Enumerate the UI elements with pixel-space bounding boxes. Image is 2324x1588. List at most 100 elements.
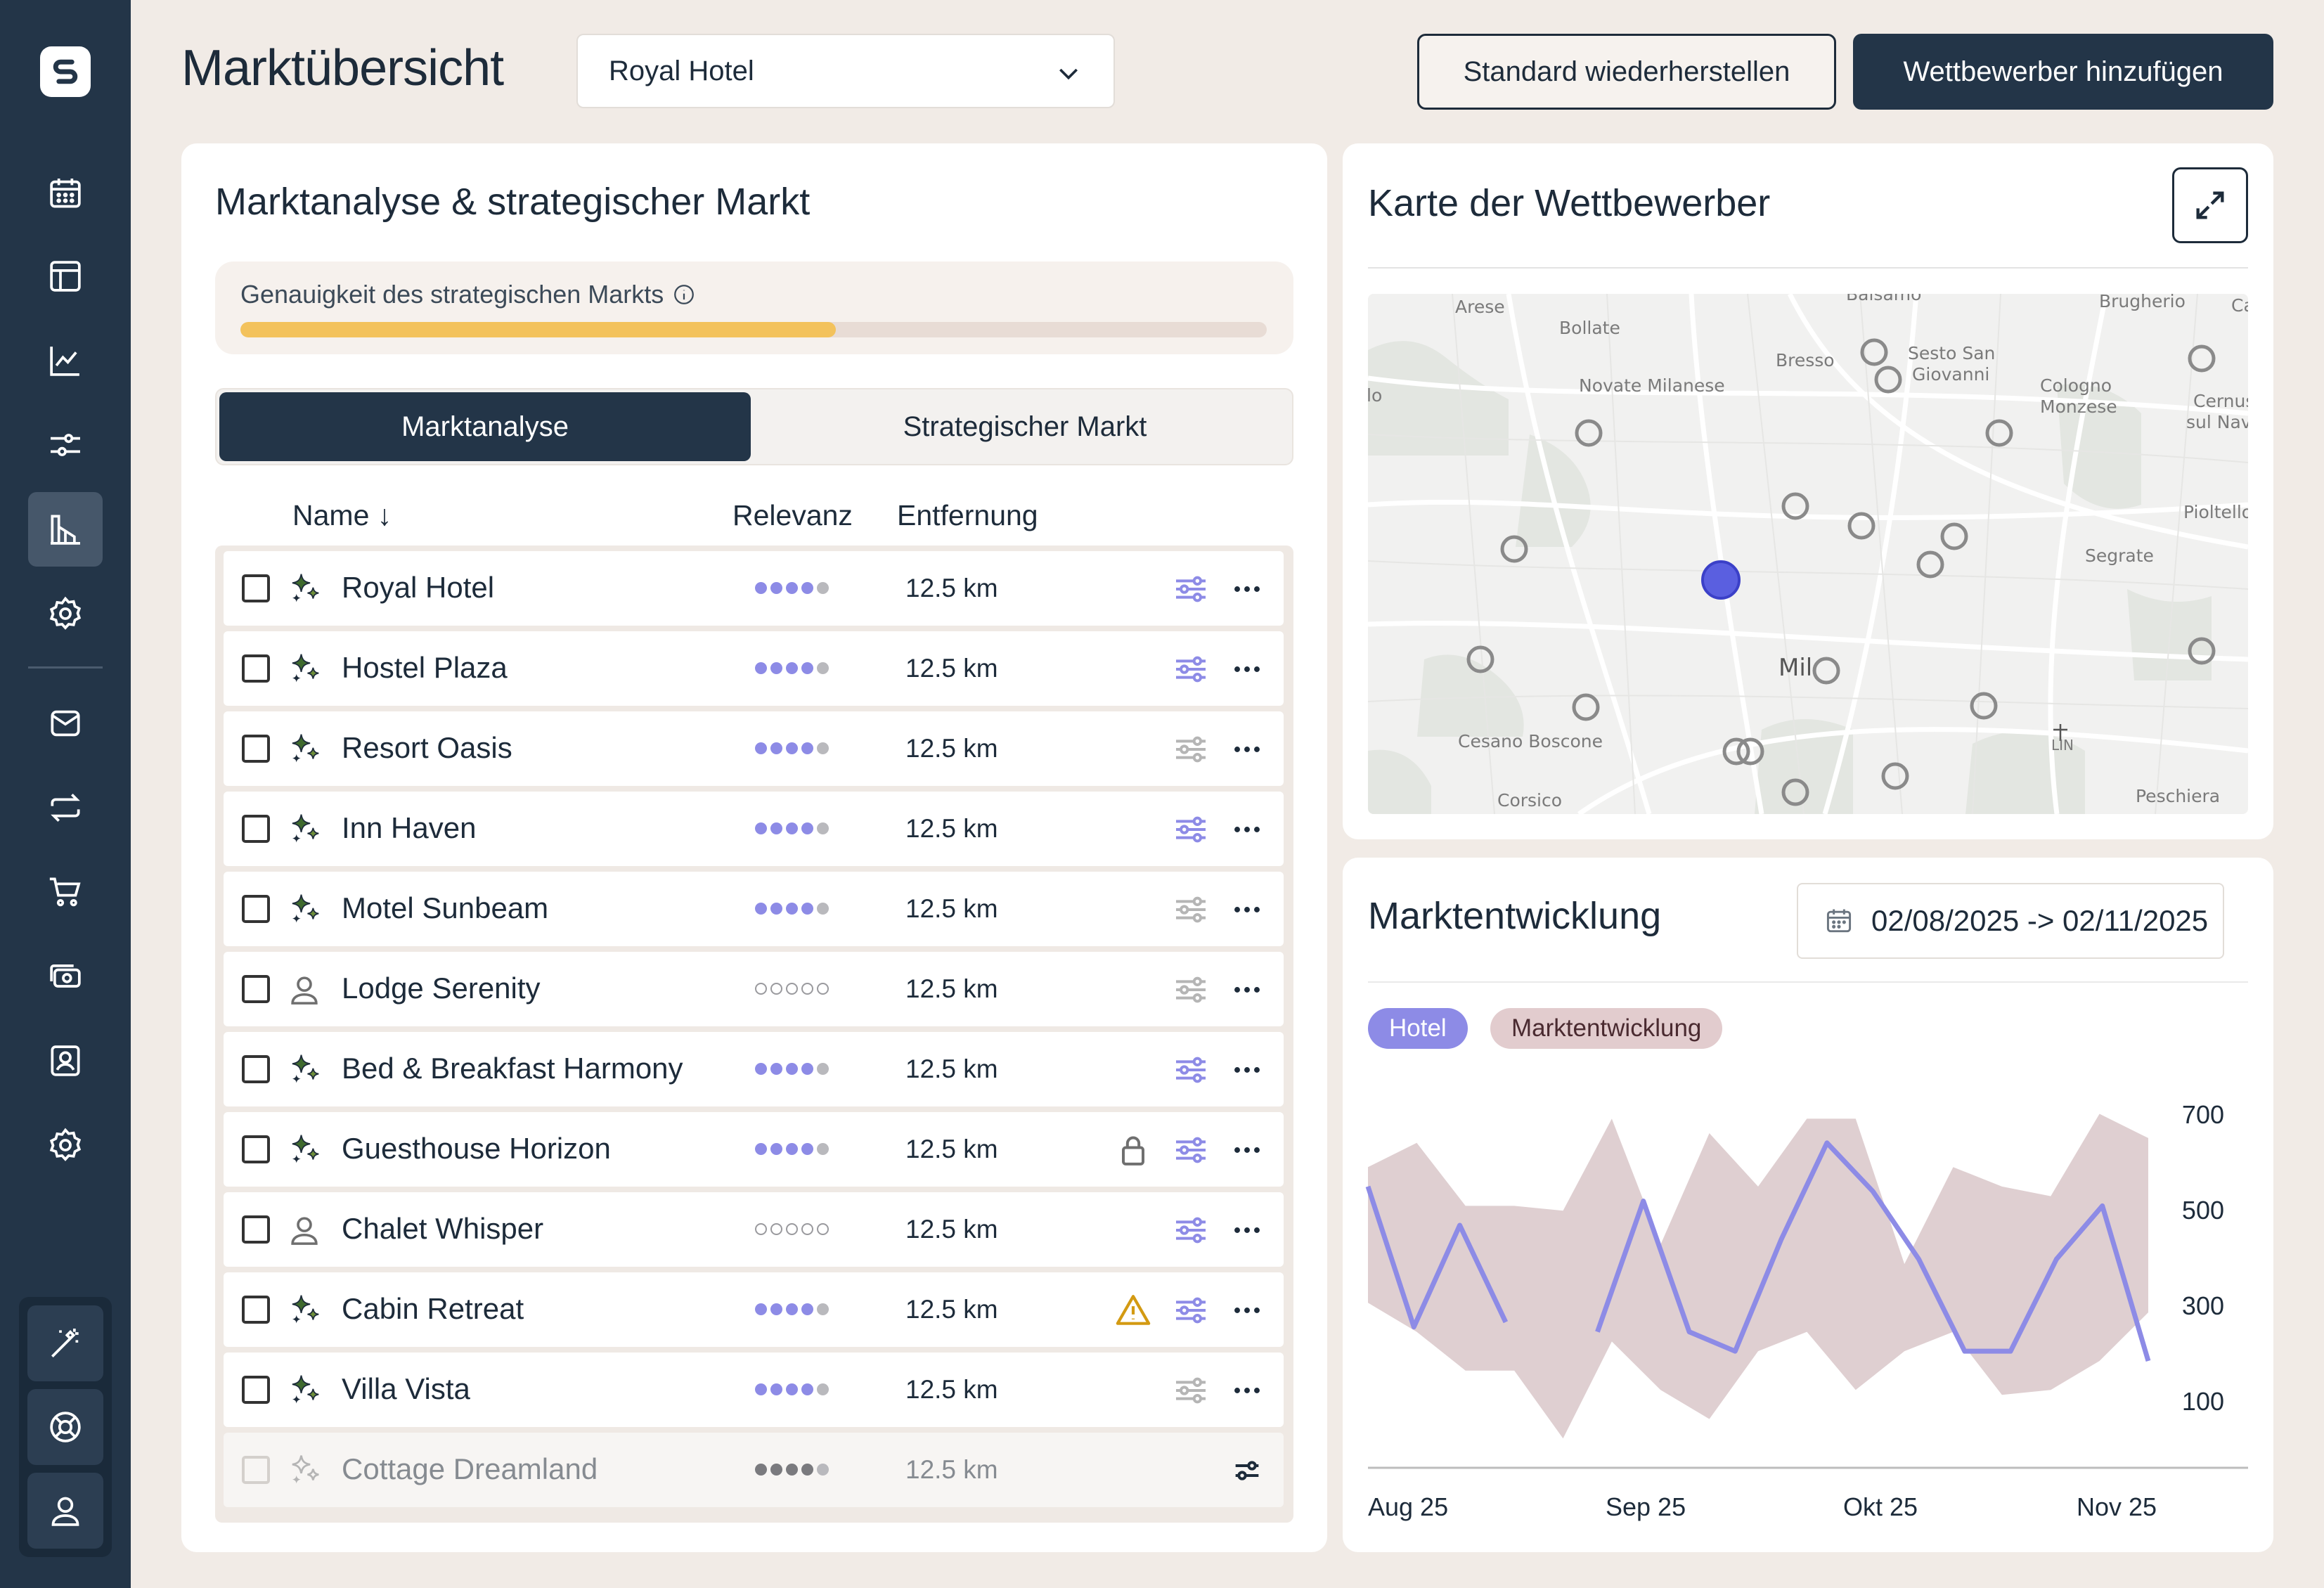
more-options-icon[interactable]: [1227, 569, 1267, 609]
exchange-icon: [51, 794, 80, 822]
nav-layout[interactable]: [28, 239, 103, 314]
table-row[interactable]: Chalet Whisper 12.5 km: [224, 1192, 1284, 1267]
distance-value: 12.5 km: [905, 1135, 998, 1163]
table-row[interactable]: Hostel Plaza 12.5 km: [224, 631, 1284, 706]
sparkle-icon: [285, 730, 323, 768]
accuracy-progress-fill: [240, 322, 836, 337]
table-row[interactable]: Lodge Serenity 12.5 km: [224, 952, 1284, 1026]
logo-icon: [53, 59, 78, 84]
more-options-icon[interactable]: [1227, 1211, 1267, 1250]
relevance-dot: [786, 1063, 798, 1075]
trend-chart: 700 500 300 100 Aug 25 Sep 25 Okt 25 Nov 25: [1365, 1100, 2248, 1521]
row-checkbox[interactable]: [242, 735, 270, 763]
adjust-icon[interactable]: [1171, 1291, 1211, 1330]
adjust-icon[interactable]: [1171, 1130, 1211, 1170]
adjust-icon[interactable]: [1171, 1371, 1211, 1410]
row-checkbox[interactable]: [242, 1296, 270, 1324]
more-options-icon[interactable]: [1227, 1371, 1267, 1410]
competitor-map[interactable]: Arese Bollate Balsamo Brugherio Bresso S…: [1368, 294, 2248, 814]
reset-defaults-button[interactable]: Standard wiederherstellen: [1417, 34, 1836, 110]
relevance-dot: [770, 1143, 782, 1155]
nav-contact[interactable]: [28, 1024, 103, 1098]
row-checkbox[interactable]: [242, 895, 270, 923]
nav-money[interactable]: [28, 939, 103, 1014]
tab-strategic-market[interactable]: Strategischer Markt: [759, 392, 1291, 461]
row-checkbox[interactable]: [242, 975, 270, 1003]
column-header-relevance[interactable]: Relevanz: [732, 499, 853, 532]
table-row[interactable]: Cabin Retreat 12.5 km: [224, 1272, 1284, 1347]
relevance-dot: [755, 742, 767, 754]
map-label: Cernus: [2193, 391, 2248, 411]
y-tick-label: 700: [2182, 1100, 2224, 1129]
table-row[interactable]: Guesthouse Horizon 12.5 km: [224, 1112, 1284, 1187]
table-row[interactable]: Bed & Breakfast Harmony 12.5 km: [224, 1032, 1284, 1106]
adjust-icon[interactable]: [1171, 650, 1211, 689]
more-options-icon[interactable]: [1227, 810, 1267, 849]
nav-settings-1[interactable]: [28, 576, 103, 651]
tab-market-analysis[interactable]: Marktanalyse: [219, 392, 751, 461]
nav-calendar[interactable]: [28, 156, 103, 231]
hotel-select[interactable]: Royal Hotel: [576, 34, 1115, 108]
magic-button[interactable]: [27, 1305, 103, 1381]
nav-market[interactable]: [28, 492, 103, 567]
row-checkbox[interactable]: [242, 574, 270, 602]
adjust-icon[interactable]: [1171, 569, 1211, 609]
nav-settings-2[interactable]: [28, 1108, 103, 1182]
more-options-icon[interactable]: [1227, 970, 1267, 1009]
row-checkbox[interactable]: [242, 1456, 270, 1484]
date-range-picker[interactable]: 02/08/2025 -> 02/11/2025: [1797, 883, 2224, 959]
more-options-icon[interactable]: [1227, 890, 1267, 929]
adjust-icon[interactable]: [1171, 1211, 1211, 1250]
nav-cart[interactable]: [28, 855, 103, 929]
row-checkbox[interactable]: [242, 654, 270, 683]
relevance-dot: [817, 742, 829, 754]
map-label: Brugherio: [2099, 294, 2186, 311]
table-row[interactable]: Villa Vista 12.5 km: [224, 1353, 1284, 1427]
table-row[interactable]: Inn Haven 12.5 km: [224, 792, 1284, 866]
add-competitor-button[interactable]: Wettbewerber hinzufügen: [1853, 34, 2273, 110]
row-checkbox[interactable]: [242, 1215, 270, 1244]
more-options-icon[interactable]: [1227, 1050, 1267, 1090]
market-trend-band: [1368, 1113, 2148, 1439]
nav-analytics[interactable]: [28, 323, 103, 398]
nav-mail[interactable]: [28, 686, 103, 761]
map-label: Cologno: [2040, 375, 2112, 396]
help-button[interactable]: [27, 1389, 103, 1465]
legend-market-trend[interactable]: Marktentwicklung: [1490, 1008, 1723, 1049]
magic-wand-icon: [51, 1329, 79, 1357]
row-checkbox[interactable]: [242, 1055, 270, 1083]
more-options-icon[interactable]: [1227, 650, 1267, 689]
competitor-name: Villa Vista: [342, 1372, 470, 1405]
y-tick-label: 100: [2182, 1387, 2224, 1416]
table-row[interactable]: Royal Hotel 12.5 km: [224, 551, 1284, 626]
table-row[interactable]: Cottage Dreamland 12.5 km: [224, 1433, 1284, 1507]
map-label: Giovanni: [1912, 364, 1990, 385]
calendar-icon: [1826, 909, 1852, 933]
legend-hotel[interactable]: Hotel: [1368, 1008, 1468, 1049]
table-row[interactable]: Resort Oasis 12.5 km: [224, 711, 1284, 786]
settings-icon: [49, 1128, 82, 1161]
row-checkbox[interactable]: [242, 1376, 270, 1404]
column-header-name[interactable]: Name ↓: [292, 499, 392, 532]
adjust-icon[interactable]: [1171, 810, 1211, 849]
more-options-icon[interactable]: [1227, 730, 1267, 769]
x-tick-label: Nov 25: [2077, 1492, 2157, 1521]
nav-sliders[interactable]: [28, 408, 103, 482]
more-options-icon[interactable]: [1227, 1291, 1267, 1330]
adjust-icon[interactable]: [1227, 1451, 1267, 1490]
more-options-icon[interactable]: [1227, 1130, 1267, 1170]
adjust-icon[interactable]: [1171, 1050, 1211, 1090]
nav-exchange[interactable]: [28, 770, 103, 845]
adjust-icon[interactable]: [1171, 890, 1211, 929]
column-header-distance[interactable]: Entfernung: [897, 499, 1038, 532]
info-icon[interactable]: [672, 283, 696, 306]
adjust-icon[interactable]: [1171, 730, 1211, 769]
row-checkbox[interactable]: [242, 1135, 270, 1163]
table-row[interactable]: Motel Sunbeam 12.5 km: [224, 872, 1284, 946]
adjust-icon[interactable]: [1171, 970, 1211, 1009]
app-logo[interactable]: [40, 46, 91, 97]
profile-button[interactable]: [27, 1473, 103, 1549]
row-checkbox[interactable]: [242, 815, 270, 843]
relevance-dot: [755, 1063, 767, 1075]
map-expand-button[interactable]: [2172, 167, 2248, 243]
